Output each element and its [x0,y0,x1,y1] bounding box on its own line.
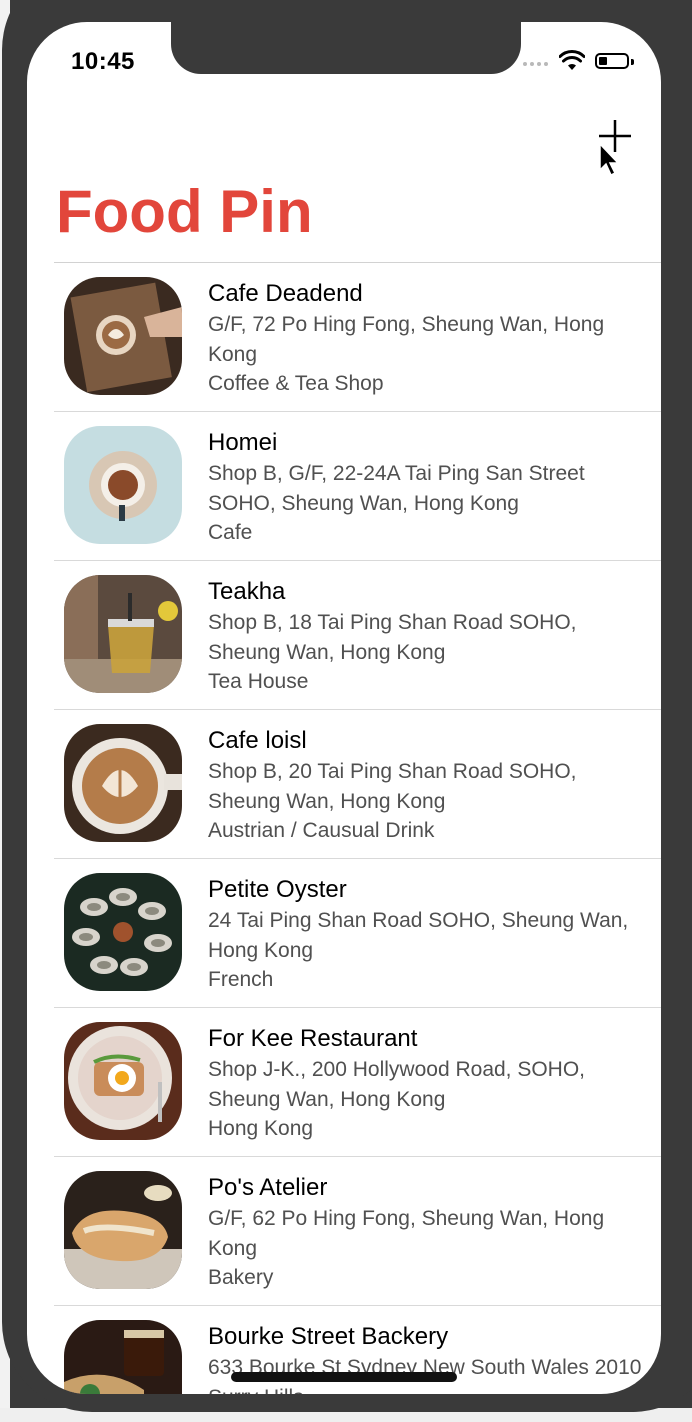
restaurant-name: Po's Atelier [208,1174,328,1201]
restaurant-row[interactable]: Po's Atelier G/F, 62 Po Hing Fong, Sheun… [54,1157,661,1306]
restaurant-address: G/F, 72 Po Hing Fong, Sheung Wan, Hong K… [208,313,605,366]
restaurant-address: Shop J-K., 200 Hollywood Road, SOHO, She… [208,1058,586,1111]
restaurant-thumbnail [64,1320,182,1394]
restaurant-address: Shop B, G/F, 22-24A Tai Ping San Street … [208,462,585,515]
restaurant-list: Cafe Deadend G/F, 72 Po Hing Fong, Sheun… [54,262,661,1394]
restaurant-address: Shop B, 20 Tai Ping Shan Road SOHO, Sheu… [208,760,577,813]
page-title: Food Pin [56,178,313,245]
restaurant-thumbnail [64,1171,182,1289]
restaurant-type: Coffee & Tea Shop [208,372,384,395]
restaurant-name: Homei [208,429,278,456]
cellular-signal-icon [523,62,548,66]
wifi-icon [559,50,585,70]
phone-screen: 10:45 Food Pin Cafe Deadend G/F, 72 Po H… [27,22,661,1394]
restaurant-row[interactable]: Cafe Deadend G/F, 72 Po Hing Fong, Sheun… [54,263,661,412]
restaurant-thumbnail [64,575,182,693]
restaurant-name: Bourke Street Backery [208,1323,449,1350]
battery-tip [631,59,634,65]
restaurant-thumbnail [64,1022,182,1140]
restaurant-thumbnail [64,724,182,842]
device-notch [171,22,521,74]
restaurant-row[interactable]: Petite Oyster 24 Tai Ping Shan Road SOHO… [54,859,661,1008]
restaurant-address: Shop B, 18 Tai Ping Shan Road SOHO, Sheu… [208,611,577,664]
status-time: 10:45 [71,48,135,75]
restaurant-type: French [208,968,274,991]
restaurant-type: Cafe [208,521,253,544]
restaurant-thumbnail [64,277,182,395]
restaurant-address: 24 Tai Ping Shan Road SOHO, Sheung Wan, … [208,909,629,962]
restaurant-name: Teakha [208,578,286,605]
restaurant-type: Hong Kong [208,1117,314,1140]
restaurant-name: Cafe Deadend [208,280,363,307]
mouse-cursor-icon [599,142,620,177]
restaurant-row[interactable]: Cafe loisl Shop B, 20 Tai Ping Shan Road… [54,710,661,859]
restaurant-type: Tea House [208,670,309,693]
restaurant-name: Cafe loisl [208,727,307,754]
restaurant-type: Bakery [208,1266,274,1289]
restaurant-row[interactable]: Homei Shop B, G/F, 22-24A Tai Ping San S… [54,412,661,561]
status-indicators [521,50,641,74]
restaurant-name: For Kee Restaurant [208,1025,418,1052]
restaurant-type: Austrian / Causual Drink [208,819,435,842]
restaurant-name: Petite Oyster [208,876,347,903]
restaurant-thumbnail [64,426,182,544]
battery-icon [595,53,629,69]
restaurant-address: G/F, 62 Po Hing Fong, Sheung Wan, Hong K… [208,1207,605,1260]
restaurant-thumbnail [64,873,182,991]
home-indicator[interactable] [231,1372,457,1382]
restaurant-row[interactable]: For Kee Restaurant Shop J-K., 200 Hollyw… [54,1008,661,1157]
restaurant-row[interactable]: Teakha Shop B, 18 Tai Ping Shan Road SOH… [54,561,661,710]
